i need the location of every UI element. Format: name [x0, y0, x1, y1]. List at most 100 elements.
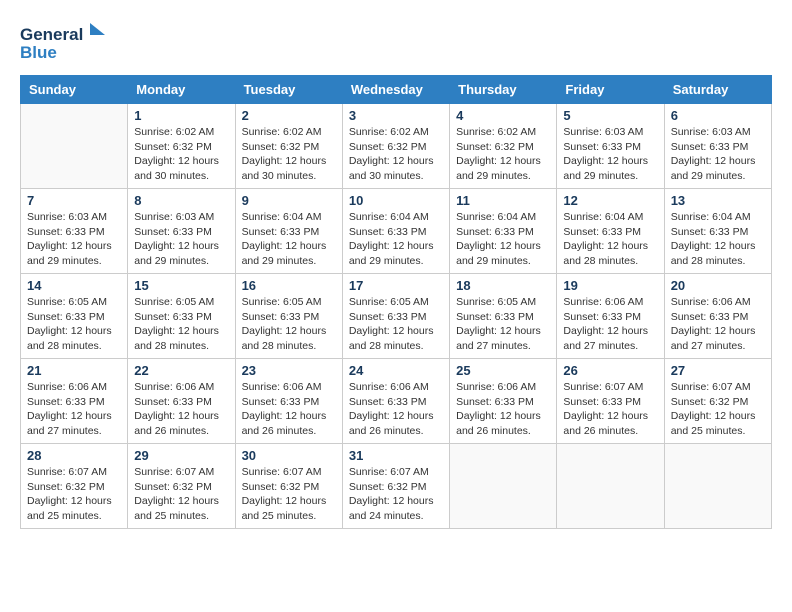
day-info: Sunrise: 6:07 AMSunset: 6:32 PMDaylight:…: [242, 465, 336, 524]
day-number: 4: [456, 108, 550, 123]
day-number: 7: [27, 193, 121, 208]
calendar-cell: 10 Sunrise: 6:04 AMSunset: 6:33 PMDayligh…: [342, 189, 449, 274]
day-number: 2: [242, 108, 336, 123]
col-header-friday: Friday: [557, 76, 664, 104]
day-number: 9: [242, 193, 336, 208]
calendar-cell: 27 Sunrise: 6:07 AMSunset: 6:32 PMDayligh…: [664, 359, 771, 444]
calendar-cell: 18Sunrise: 6:05 AMSunset: 6:33 PMDayligh…: [450, 274, 557, 359]
day-number: 8: [134, 193, 228, 208]
day-info: Sunrise: 6:02 AMSunset: 6:32 PMDaylight:…: [242, 125, 336, 184]
day-number: 6: [671, 108, 765, 123]
day-number: 28: [27, 448, 121, 463]
calendar-table: SundayMondayTuesdayWednesdayThursdayFrid…: [20, 75, 772, 529]
calendar-cell: 4 Sunrise: 6:02 AMSunset: 6:32 PMDaylight…: [450, 104, 557, 189]
calendar-cell: 8Sunrise: 6:03 AMSunset: 6:33 PMDaylight…: [128, 189, 235, 274]
svg-text:Blue: Blue: [20, 43, 57, 62]
day-number: 19: [563, 278, 657, 293]
day-info: Sunrise: 6:04 AMSunset: 6:33 PMDaylight:…: [242, 210, 336, 269]
day-number: 30: [242, 448, 336, 463]
calendar-cell: 26Sunrise: 6:07 AMSunset: 6:33 PMDayligh…: [557, 359, 664, 444]
day-info: Sunrise: 6:07 AMSunset: 6:33 PMDaylight:…: [563, 380, 657, 439]
calendar-cell: 12Sunrise: 6:04 AMSunset: 6:33 PMDayligh…: [557, 189, 664, 274]
day-info: Sunrise: 6:03 AMSunset: 6:33 PMDaylight:…: [27, 210, 121, 269]
day-number: 17: [349, 278, 443, 293]
day-number: 29: [134, 448, 228, 463]
day-number: 21: [27, 363, 121, 378]
calendar-cell: 20 Sunrise: 6:06 AMSunset: 6:33 PMDayligh…: [664, 274, 771, 359]
calendar-cell: 6 Sunrise: 6:03 AMSunset: 6:33 PMDaylight…: [664, 104, 771, 189]
day-info: Sunrise: 6:06 AMSunset: 6:33 PMDaylight:…: [563, 295, 657, 354]
calendar-cell: 7 Sunrise: 6:03 AMSunset: 6:33 PMDaylight…: [21, 189, 128, 274]
col-header-thursday: Thursday: [450, 76, 557, 104]
day-number: 14: [27, 278, 121, 293]
calendar-cell: 5Sunrise: 6:03 AMSunset: 6:33 PMDaylight…: [557, 104, 664, 189]
day-number: 18: [456, 278, 550, 293]
calendar-cell: 14 Sunrise: 6:05 AMSunset: 6:33 PMDayligh…: [21, 274, 128, 359]
day-number: 24: [349, 363, 443, 378]
day-info: Sunrise: 6:05 AMSunset: 6:33 PMDaylight:…: [349, 295, 443, 354]
calendar-cell: [664, 444, 771, 529]
day-number: 10: [349, 193, 443, 208]
logo-svg: GeneralBlue: [20, 20, 110, 65]
day-info: Sunrise: 6:04 AMSunset: 6:33 PMDaylight:…: [349, 210, 443, 269]
calendar-cell: [450, 444, 557, 529]
week-row-2: 7 Sunrise: 6:03 AMSunset: 6:33 PMDaylight…: [21, 189, 772, 274]
calendar-cell: 17 Sunrise: 6:05 AMSunset: 6:33 PMDayligh…: [342, 274, 449, 359]
day-info: Sunrise: 6:07 AMSunset: 6:32 PMDaylight:…: [27, 465, 121, 524]
day-number: 15: [134, 278, 228, 293]
day-info: Sunrise: 6:02 AMSunset: 6:32 PMDaylight:…: [456, 125, 550, 184]
day-number: 27: [671, 363, 765, 378]
col-header-saturday: Saturday: [664, 76, 771, 104]
day-info: Sunrise: 6:06 AMSunset: 6:33 PMDaylight:…: [134, 380, 228, 439]
day-info: Sunrise: 6:02 AMSunset: 6:32 PMDaylight:…: [134, 125, 228, 184]
calendar-cell: 15 Sunrise: 6:05 AMSunset: 6:33 PMDayligh…: [128, 274, 235, 359]
day-info: Sunrise: 6:05 AMSunset: 6:33 PMDaylight:…: [134, 295, 228, 354]
calendar-cell: [557, 444, 664, 529]
calendar-cell: 11 Sunrise: 6:04 AMSunset: 6:33 PMDayligh…: [450, 189, 557, 274]
day-info: Sunrise: 6:05 AMSunset: 6:33 PMDaylight:…: [242, 295, 336, 354]
week-row-5: 28 Sunrise: 6:07 AMSunset: 6:32 PMDayligh…: [21, 444, 772, 529]
calendar-cell: 19 Sunrise: 6:06 AMSunset: 6:33 PMDayligh…: [557, 274, 664, 359]
calendar-cell: 29 Sunrise: 6:07 AMSunset: 6:32 PMDayligh…: [128, 444, 235, 529]
day-number: 23: [242, 363, 336, 378]
calendar-cell: 13 Sunrise: 6:04 AMSunset: 6:33 PMDayligh…: [664, 189, 771, 274]
logo: GeneralBlue: [20, 20, 110, 65]
day-info: Sunrise: 6:07 AMSunset: 6:32 PMDaylight:…: [134, 465, 228, 524]
week-row-4: 21 Sunrise: 6:06 AMSunset: 6:33 PMDayligh…: [21, 359, 772, 444]
week-row-1: 1 Sunrise: 6:02 AMSunset: 6:32 PMDaylight…: [21, 104, 772, 189]
col-header-monday: Monday: [128, 76, 235, 104]
week-row-3: 14 Sunrise: 6:05 AMSunset: 6:33 PMDayligh…: [21, 274, 772, 359]
day-info: Sunrise: 6:02 AMSunset: 6:32 PMDaylight:…: [349, 125, 443, 184]
day-info: Sunrise: 6:06 AMSunset: 6:33 PMDaylight:…: [671, 295, 765, 354]
day-number: 25: [456, 363, 550, 378]
day-number: 13: [671, 193, 765, 208]
col-header-wednesday: Wednesday: [342, 76, 449, 104]
calendar-cell: 31 Sunrise: 6:07 AMSunset: 6:32 PMDayligh…: [342, 444, 449, 529]
page-header: GeneralBlue: [20, 20, 772, 65]
calendar-cell: 30 Sunrise: 6:07 AMSunset: 6:32 PMDayligh…: [235, 444, 342, 529]
day-info: Sunrise: 6:05 AMSunset: 6:33 PMDaylight:…: [27, 295, 121, 354]
day-number: 22: [134, 363, 228, 378]
calendar-cell: [21, 104, 128, 189]
day-number: 11: [456, 193, 550, 208]
calendar-cell: 2 Sunrise: 6:02 AMSunset: 6:32 PMDaylight…: [235, 104, 342, 189]
calendar-header-row: SundayMondayTuesdayWednesdayThursdayFrid…: [21, 76, 772, 104]
day-info: Sunrise: 6:06 AMSunset: 6:33 PMDaylight:…: [349, 380, 443, 439]
day-number: 5: [563, 108, 657, 123]
day-number: 1: [134, 108, 228, 123]
calendar-cell: 21 Sunrise: 6:06 AMSunset: 6:33 PMDayligh…: [21, 359, 128, 444]
day-number: 20: [671, 278, 765, 293]
day-info: Sunrise: 6:04 AMSunset: 6:33 PMDaylight:…: [456, 210, 550, 269]
col-header-sunday: Sunday: [21, 76, 128, 104]
day-info: Sunrise: 6:06 AMSunset: 6:33 PMDaylight:…: [27, 380, 121, 439]
calendar-cell: 28 Sunrise: 6:07 AMSunset: 6:32 PMDayligh…: [21, 444, 128, 529]
day-info: Sunrise: 6:07 AMSunset: 6:32 PMDaylight:…: [349, 465, 443, 524]
day-info: Sunrise: 6:03 AMSunset: 6:33 PMDaylight:…: [671, 125, 765, 184]
svg-text:General: General: [20, 25, 83, 44]
day-info: Sunrise: 6:04 AMSunset: 6:33 PMDaylight:…: [671, 210, 765, 269]
day-info: Sunrise: 6:04 AMSunset: 6:33 PMDaylight:…: [563, 210, 657, 269]
calendar-cell: 3Sunrise: 6:02 AMSunset: 6:32 PMDaylight…: [342, 104, 449, 189]
day-info: Sunrise: 6:07 AMSunset: 6:32 PMDaylight:…: [671, 380, 765, 439]
day-info: Sunrise: 6:06 AMSunset: 6:33 PMDaylight:…: [456, 380, 550, 439]
day-number: 31: [349, 448, 443, 463]
